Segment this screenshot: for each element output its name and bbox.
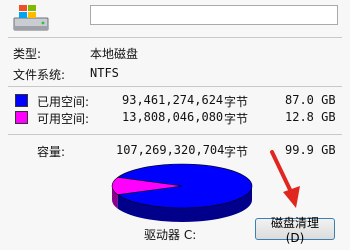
- free-space-unit: 字节: [224, 112, 249, 126]
- drive-label: 驱动器 C:: [144, 228, 197, 242]
- free-space-label: 可用空间:: [37, 112, 90, 126]
- drive-name-input[interactable]: [90, 5, 338, 25]
- separator: [8, 37, 342, 38]
- free-space-bytes: 13,808,046,080: [122, 110, 224, 124]
- used-space-gb: 87.0 GB: [285, 93, 336, 107]
- hard-drive-icon: [13, 5, 49, 31]
- separator: [8, 86, 342, 87]
- filesystem-value: NTFS: [90, 66, 119, 80]
- free-space-swatch: [15, 111, 28, 124]
- capacity-label: 容量:: [37, 145, 66, 159]
- capacity-unit: 字节: [224, 145, 249, 159]
- capacity-bytes: 107,269,320,704: [116, 143, 225, 157]
- used-space-bytes: 93,461,274,624: [122, 93, 224, 107]
- separator: [8, 134, 342, 135]
- used-space-label: 已用空间:: [37, 95, 90, 109]
- red-arrow-icon: [270, 150, 300, 208]
- type-value: 本地磁盘: [90, 47, 139, 61]
- disk-cleanup-button[interactable]: 磁盘清理(D): [255, 216, 335, 245]
- free-space-gb: 12.8 GB: [285, 110, 336, 124]
- used-space-swatch: [15, 94, 28, 107]
- type-label: 类型:: [13, 47, 42, 61]
- filesystem-label: 文件系统:: [13, 68, 66, 82]
- used-space-unit: 字节: [224, 95, 249, 109]
- disk-usage-pie: [111, 163, 253, 222]
